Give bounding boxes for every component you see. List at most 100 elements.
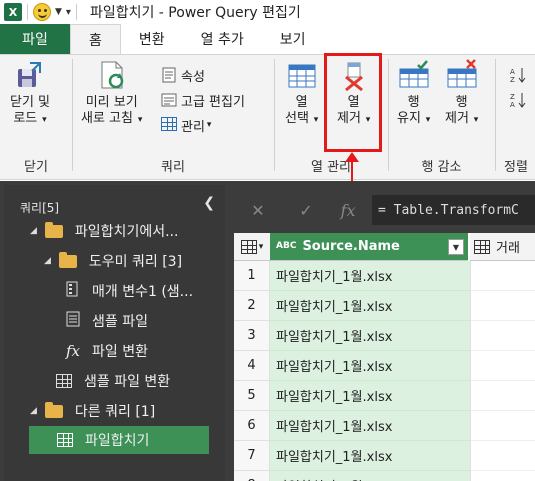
query-item-label: 샘플 파일 변환: [84, 374, 171, 390]
advanced-editor-button[interactable]: 고급 편집기: [161, 90, 245, 110]
table-menu-button[interactable]: ▾: [234, 233, 270, 261]
group-label-close: 닫기: [24, 160, 48, 175]
table-cell[interactable]: [470, 291, 535, 321]
query-item-label: 매개 변수1 (샘...: [92, 284, 194, 300]
table-cell[interactable]: 파일합치기_1월.xlsx: [270, 471, 470, 481]
keep-rows-button[interactable]: 행 유지 ▾: [397, 59, 430, 128]
function-icon[interactable]: fx: [332, 199, 364, 221]
tab-home[interactable]: 홈: [70, 24, 121, 54]
row-number[interactable]: 6: [234, 411, 270, 441]
table-icon: [57, 433, 73, 447]
remove-rows-button[interactable]: 행 제거 ▾: [445, 59, 478, 128]
table-cell[interactable]: 파일합치기_1월.xlsx: [270, 261, 470, 291]
formula-bar: ✕ ✓ fx = Table.TransformC: [234, 195, 535, 225]
query-group-label: 도우미 쿼리 [3]: [88, 254, 183, 270]
confirm-formula-icon[interactable]: ✓: [290, 199, 322, 221]
formula-input[interactable]: = Table.TransformC: [372, 195, 535, 225]
table-cell[interactable]: 파일합치기_1월.xlsx: [270, 351, 470, 381]
table-row[interactable]: 4 파일합치기_1월.xlsx: [234, 351, 535, 381]
parameter-icon: [66, 281, 78, 301]
close-and-load-button[interactable]: 닫기 및 로드 ▾: [10, 59, 50, 128]
query-item-parameter[interactable]: 매개 변수1 (샘...: [66, 277, 193, 305]
ribbon: 닫기 및 로드 ▾ 닫기 미리 보기 새로 고침 ▾ 속성 고급 편집기 관리 …: [0, 54, 535, 180]
customize-toolbar-icon[interactable]: ▾: [66, 7, 71, 18]
table-cell[interactable]: 파일합치기_1월.xlsx: [270, 381, 470, 411]
table-cell[interactable]: 파일합치기_1월.xlsx: [270, 321, 470, 351]
table-cell[interactable]: [470, 321, 535, 351]
properties-button[interactable]: 속성: [161, 65, 205, 85]
table-cell[interactable]: [470, 351, 535, 381]
table-row[interactable]: 8파일합치기_1월.xlsx: [234, 471, 535, 481]
tab-view[interactable]: 보기: [262, 24, 324, 54]
tab-transform[interactable]: 변환: [121, 24, 183, 54]
svg-text:A: A: [510, 101, 515, 108]
title-bar: X ▼ ▾ 파일합치기 - Power Query 편집기: [0, 0, 535, 24]
query-item-transform-file[interactable]: fx 파일 변환: [66, 337, 148, 365]
expand-triangle-icon[interactable]: ◢: [30, 406, 37, 416]
chevron-down-icon[interactable]: ▼: [55, 7, 62, 17]
keep-rows-label-1: 행: [407, 95, 420, 110]
table-cell[interactable]: [470, 471, 535, 481]
chevron-down-icon: ▾: [310, 115, 319, 125]
tab-add-column[interactable]: 열 추가: [183, 24, 262, 54]
sort-ascending-button[interactable]: AZ: [510, 65, 530, 85]
row-number[interactable]: 5: [234, 381, 270, 411]
tab-file[interactable]: 파일: [0, 24, 70, 54]
close-and-load-label-2: 로드: [13, 111, 38, 126]
table-row[interactable]: 5 파일합치기_1월.xlsx: [234, 381, 535, 411]
table-cell[interactable]: [470, 381, 535, 411]
cancel-formula-icon[interactable]: ✕: [242, 199, 274, 221]
svg-text:Z: Z: [510, 93, 515, 101]
smiley-feedback-icon[interactable]: [33, 3, 51, 21]
queries-header: 쿼리[5]: [20, 201, 60, 215]
query-item-label: 샘플 파일: [92, 314, 148, 330]
table-row[interactable]: 6 파일합치기_1월.xlsx: [234, 411, 535, 441]
annotation-highlight-box: [324, 53, 382, 152]
query-item-transform-sample[interactable]: 샘플 파일 변환: [56, 367, 170, 395]
table-cell[interactable]: 파일합치기_1월.xlsx: [270, 291, 470, 321]
query-group-label: 다른 쿼리 [1]: [74, 404, 156, 420]
query-item-selected[interactable]: 파일합치기: [29, 426, 209, 454]
refresh-preview-button[interactable]: 미리 보기 새로 고침 ▾: [81, 59, 142, 128]
query-item-label: 파일합치기: [85, 433, 150, 449]
folder-icon: [58, 251, 77, 268]
table-row[interactable]: 7 파일합치기_1월.xlsx: [234, 441, 535, 471]
table-row[interactable]: 1 파일합치기_1월.xlsx: [234, 261, 535, 291]
filter-dropdown-icon[interactable]: ▼: [448, 239, 464, 255]
expand-triangle-icon[interactable]: ◢: [30, 226, 37, 236]
sort-descending-button[interactable]: ZA: [510, 90, 530, 110]
column-header-second[interactable]: 거래: [470, 233, 535, 261]
advanced-editor-icon: [161, 92, 177, 108]
query-item-label: 파일 변환: [92, 344, 148, 360]
column-header-source-name[interactable]: ABC Source.Name ▼: [270, 233, 468, 261]
choose-columns-icon: [286, 59, 318, 91]
row-number[interactable]: 4: [234, 351, 270, 381]
query-group-root[interactable]: ◢ 파일합치기에서...: [30, 217, 178, 245]
row-number[interactable]: 7: [234, 441, 270, 471]
refresh-preview-label-1: 미리 보기: [85, 95, 138, 110]
choose-columns-button[interactable]: 열 선택 ▾: [285, 59, 318, 128]
table-cell[interactable]: [470, 441, 535, 471]
choose-columns-label-1: 열: [295, 95, 308, 110]
chevron-down-icon: ▾: [39, 115, 47, 125]
manage-button[interactable]: 관리 ▾: [161, 115, 211, 135]
table-row[interactable]: 3 파일합치기_1월.xlsx: [234, 321, 535, 351]
query-group-helpers[interactable]: ◢ 도우미 쿼리 [3]: [44, 247, 182, 275]
close-and-load-label-1: 닫기 및: [10, 95, 51, 110]
document-icon: [66, 311, 80, 331]
table-cell[interactable]: 파일합치기_1월.xlsx: [270, 411, 470, 441]
row-number[interactable]: 2: [234, 291, 270, 321]
table-cell[interactable]: [470, 261, 535, 291]
table-row[interactable]: 2 파일합치기_1월.xlsx: [234, 291, 535, 321]
query-group-other[interactable]: ◢ 다른 쿼리 [1]: [30, 397, 155, 425]
table-cell[interactable]: [470, 411, 535, 441]
table-cell[interactable]: 파일합치기_1월.xlsx: [270, 441, 470, 471]
row-number[interactable]: 3: [234, 321, 270, 351]
collapse-pane-icon[interactable]: ❮: [203, 195, 215, 211]
expand-triangle-icon[interactable]: ◢: [44, 256, 51, 266]
query-group: 미리 보기 새로 고침 ▾ 속성 고급 편집기 관리 ▾ 쿼리: [73, 55, 273, 179]
query-item-sample-file[interactable]: 샘플 파일: [66, 307, 148, 335]
row-number[interactable]: 8: [234, 471, 270, 481]
text-type-icon[interactable]: ABC: [276, 242, 296, 251]
row-number[interactable]: 1: [234, 261, 270, 291]
